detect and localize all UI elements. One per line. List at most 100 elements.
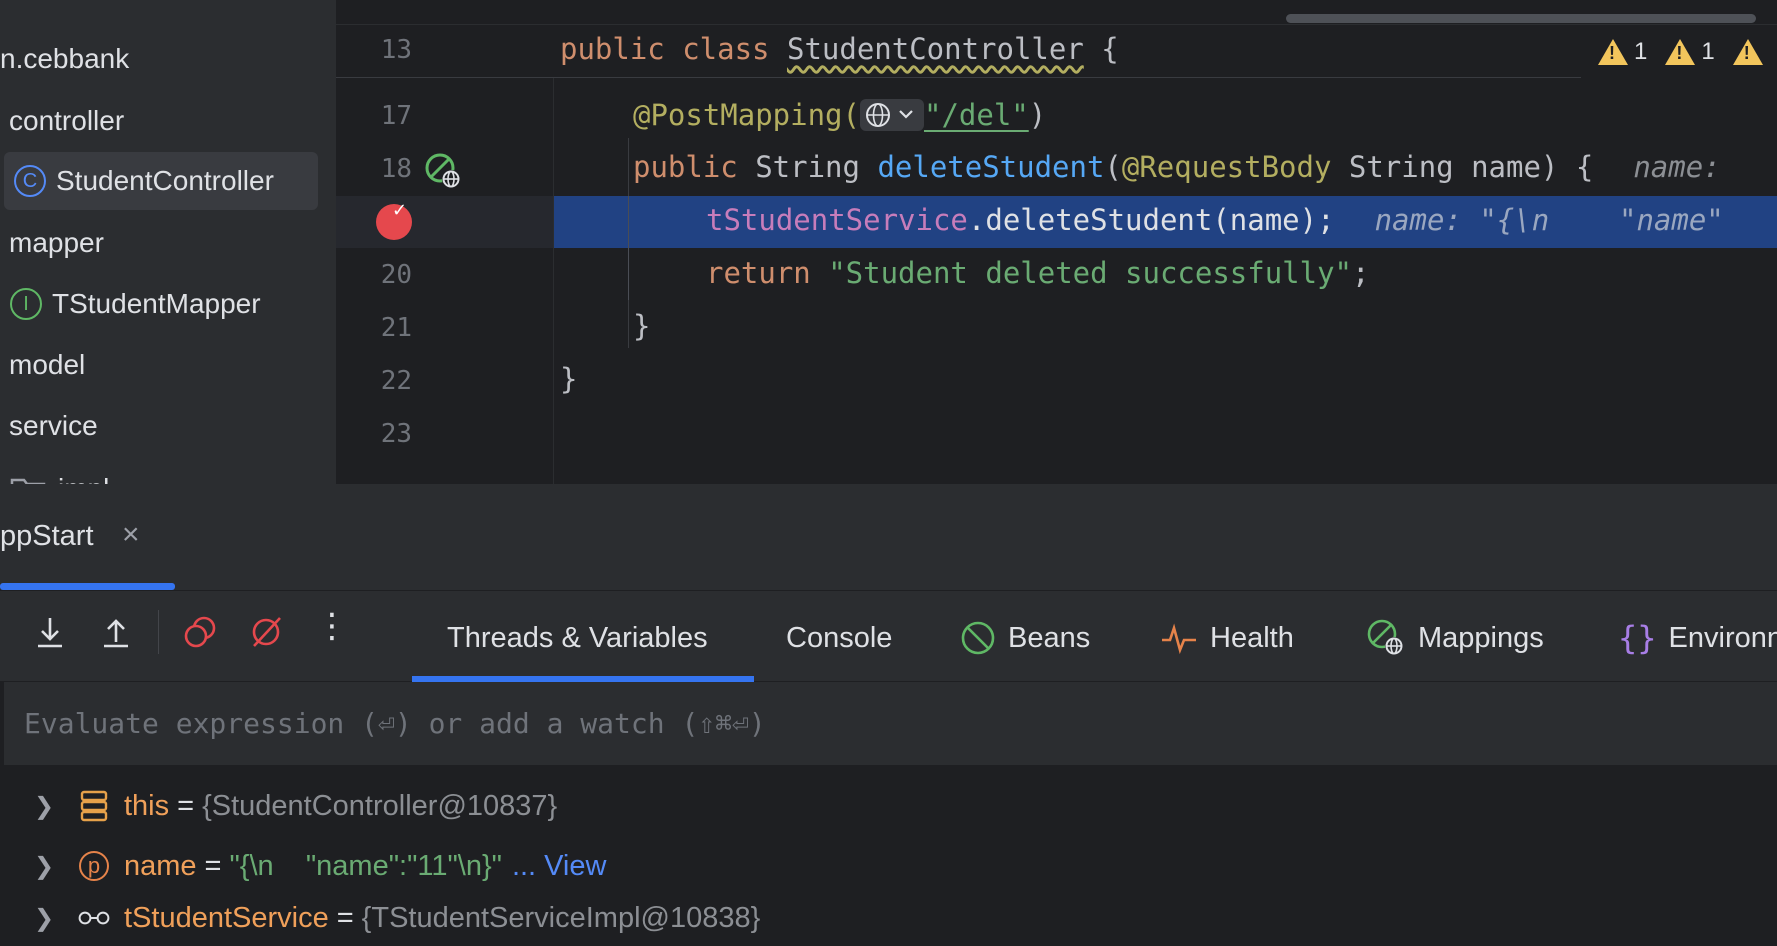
code-line-20[interactable]: return "Student deleted successfully"; xyxy=(706,256,1369,290)
code-token: } xyxy=(560,362,578,396)
sticky-lines-separator xyxy=(336,77,1581,78)
horizontal-scrollbar[interactable] xyxy=(1286,14,1756,23)
endpoint-globe-icon[interactable] xyxy=(424,152,462,190)
tree-item-label: impl xyxy=(58,473,109,484)
toolbar-separator xyxy=(158,610,159,654)
variable-row[interactable]: ❯ p name = "{\n "name":"11"\n}" ... View xyxy=(0,838,606,894)
tree-item-label: controller xyxy=(9,105,125,136)
code-token: public xyxy=(633,150,756,184)
tab-console[interactable]: Console xyxy=(786,610,892,666)
debug-tool-window-header xyxy=(0,484,1777,590)
evaluate-placeholder: Evaluate expression (⏎) or add a watch (… xyxy=(24,707,766,740)
inline-value-hint: name: "{\n "name" xyxy=(1374,203,1724,237)
code-token: "/del" xyxy=(923,98,1029,132)
line-number: 23 xyxy=(380,419,412,449)
code-token: .deleteStudent(name); xyxy=(967,203,1335,237)
tree-item-controller[interactable]: controller xyxy=(9,92,329,150)
active-tab-indicator xyxy=(0,583,175,590)
code-token: return xyxy=(706,256,829,290)
tab-threads-variables[interactable]: Threads & Variables xyxy=(447,610,708,666)
tree-item-label: model xyxy=(9,349,86,380)
tree-item-label: TStudentMapper xyxy=(52,288,261,319)
code-token: ( xyxy=(1104,150,1122,184)
tab-label: Console xyxy=(786,621,893,654)
tree-item-model[interactable]: model xyxy=(9,336,329,394)
line-number: 13 xyxy=(380,35,412,65)
code-token: ; xyxy=(1352,256,1370,290)
code-token: deleteStudent xyxy=(877,150,1105,184)
code-line-21[interactable]: } xyxy=(633,309,650,343)
tree-item-package[interactable]: n.cebbank xyxy=(0,30,320,88)
code-token: public class xyxy=(560,32,787,66)
warning-counter[interactable]: 1 xyxy=(1598,38,1647,66)
more-options-icon[interactable]: ⋮ xyxy=(312,606,352,646)
warning-count: 1 xyxy=(1701,38,1715,65)
tree-item-impl[interactable]: impl xyxy=(10,460,330,484)
view-breakpoints-icon[interactable] xyxy=(180,612,220,652)
code-editor[interactable]: 13 17 18 20 21 22 23 ✓ 1 1 public class … xyxy=(336,0,1777,484)
code-line-19[interactable]: tStudentService.deleteStudent(name); name… xyxy=(706,203,1724,237)
variable-equals: = xyxy=(177,789,195,822)
warning-icon xyxy=(1598,39,1628,65)
chevron-right-icon[interactable]: ❯ xyxy=(34,792,54,821)
code-line-17[interactable]: @PostMapping("/del") xyxy=(633,98,1046,132)
code-token: "Student deleted successfully" xyxy=(828,256,1353,290)
variable-value: "{\n "name":"11"\n}" xyxy=(229,849,502,882)
warning-icon xyxy=(1732,39,1763,65)
code-token: StudentController xyxy=(786,32,1084,66)
inspection-widget[interactable]: 1 1 xyxy=(1598,38,1763,66)
folder-icon xyxy=(10,478,46,484)
parameter-icon: p xyxy=(76,848,112,884)
code-line-18[interactable]: public String deleteStudent(@RequestBody… xyxy=(633,150,1721,184)
warning-count: 1 xyxy=(1634,38,1648,65)
warning-counter[interactable]: 1 xyxy=(1665,38,1715,66)
mappings-icon xyxy=(1367,619,1403,655)
tab-environment[interactable]: {} Environn xyxy=(1618,610,1777,666)
variable-value: {TStudentServiceImpl@10838} xyxy=(361,901,761,934)
tab-mappings[interactable]: Mappings xyxy=(1366,610,1544,666)
warning-icon xyxy=(1665,39,1696,65)
tree-item-service[interactable]: service xyxy=(9,397,329,455)
variable-value: {StudentController@10837} xyxy=(202,789,558,822)
step-out-icon[interactable] xyxy=(96,612,136,652)
tab-label: Health xyxy=(1210,621,1294,654)
tree-item-student-controller[interactable]: C StudentController xyxy=(4,152,318,210)
globe-icon[interactable] xyxy=(859,99,924,131)
class-icon: C xyxy=(14,165,46,197)
tab-health[interactable]: Health xyxy=(1160,610,1294,666)
variable-row[interactable]: ❯ tStudentService = {TStudentServiceImpl… xyxy=(0,890,760,946)
code-token: String xyxy=(755,150,878,184)
parameter-glyph: p xyxy=(79,851,109,881)
variables-tree: ❯ this = {StudentController@10837} ❯ p n… xyxy=(0,766,1777,936)
chevron-right-icon[interactable]: ❯ xyxy=(34,852,54,881)
code-token: String name) { xyxy=(1331,150,1594,184)
code-line-13[interactable]: public class StudentController { xyxy=(560,32,1119,66)
code-token: { xyxy=(1083,32,1119,66)
view-link[interactable]: View xyxy=(544,850,606,883)
variable-row[interactable]: ❯ this = {StudentController@10837} xyxy=(0,778,557,834)
tab-label: Beans xyxy=(1008,621,1091,654)
line-number: 21 xyxy=(380,313,412,343)
run-config-tab[interactable]: ppStart xyxy=(0,520,94,553)
evaluate-expression-input[interactable]: Evaluate expression (⏎) or add a watch (… xyxy=(4,682,1777,766)
tree-item-tstudent-mapper[interactable]: I TStudentMapper xyxy=(0,275,320,333)
variable-name: tStudentService xyxy=(124,901,329,934)
code-token: tStudentService xyxy=(706,203,968,237)
watch-icon xyxy=(76,900,112,936)
warning-counter[interactable] xyxy=(1732,38,1763,66)
variable-equals: = xyxy=(336,901,354,934)
step-into-icon[interactable] xyxy=(30,612,70,652)
chevron-right-icon[interactable]: ❯ xyxy=(34,904,54,933)
object-icon xyxy=(76,788,112,824)
variable-name: name xyxy=(124,849,197,882)
code-line-22[interactable]: } xyxy=(560,362,577,396)
code-token: @RequestBody xyxy=(1121,150,1332,184)
close-icon[interactable]: × xyxy=(122,518,140,552)
tree-item-label: service xyxy=(9,410,98,441)
line-number: 22 xyxy=(380,366,412,396)
tab-beans[interactable]: Beans xyxy=(960,610,1090,666)
tree-item-mapper[interactable]: mapper xyxy=(9,214,329,272)
mute-breakpoints-icon[interactable] xyxy=(246,612,286,652)
code-token: @PostMapping( xyxy=(633,98,860,132)
variable-equals: = xyxy=(204,849,222,882)
